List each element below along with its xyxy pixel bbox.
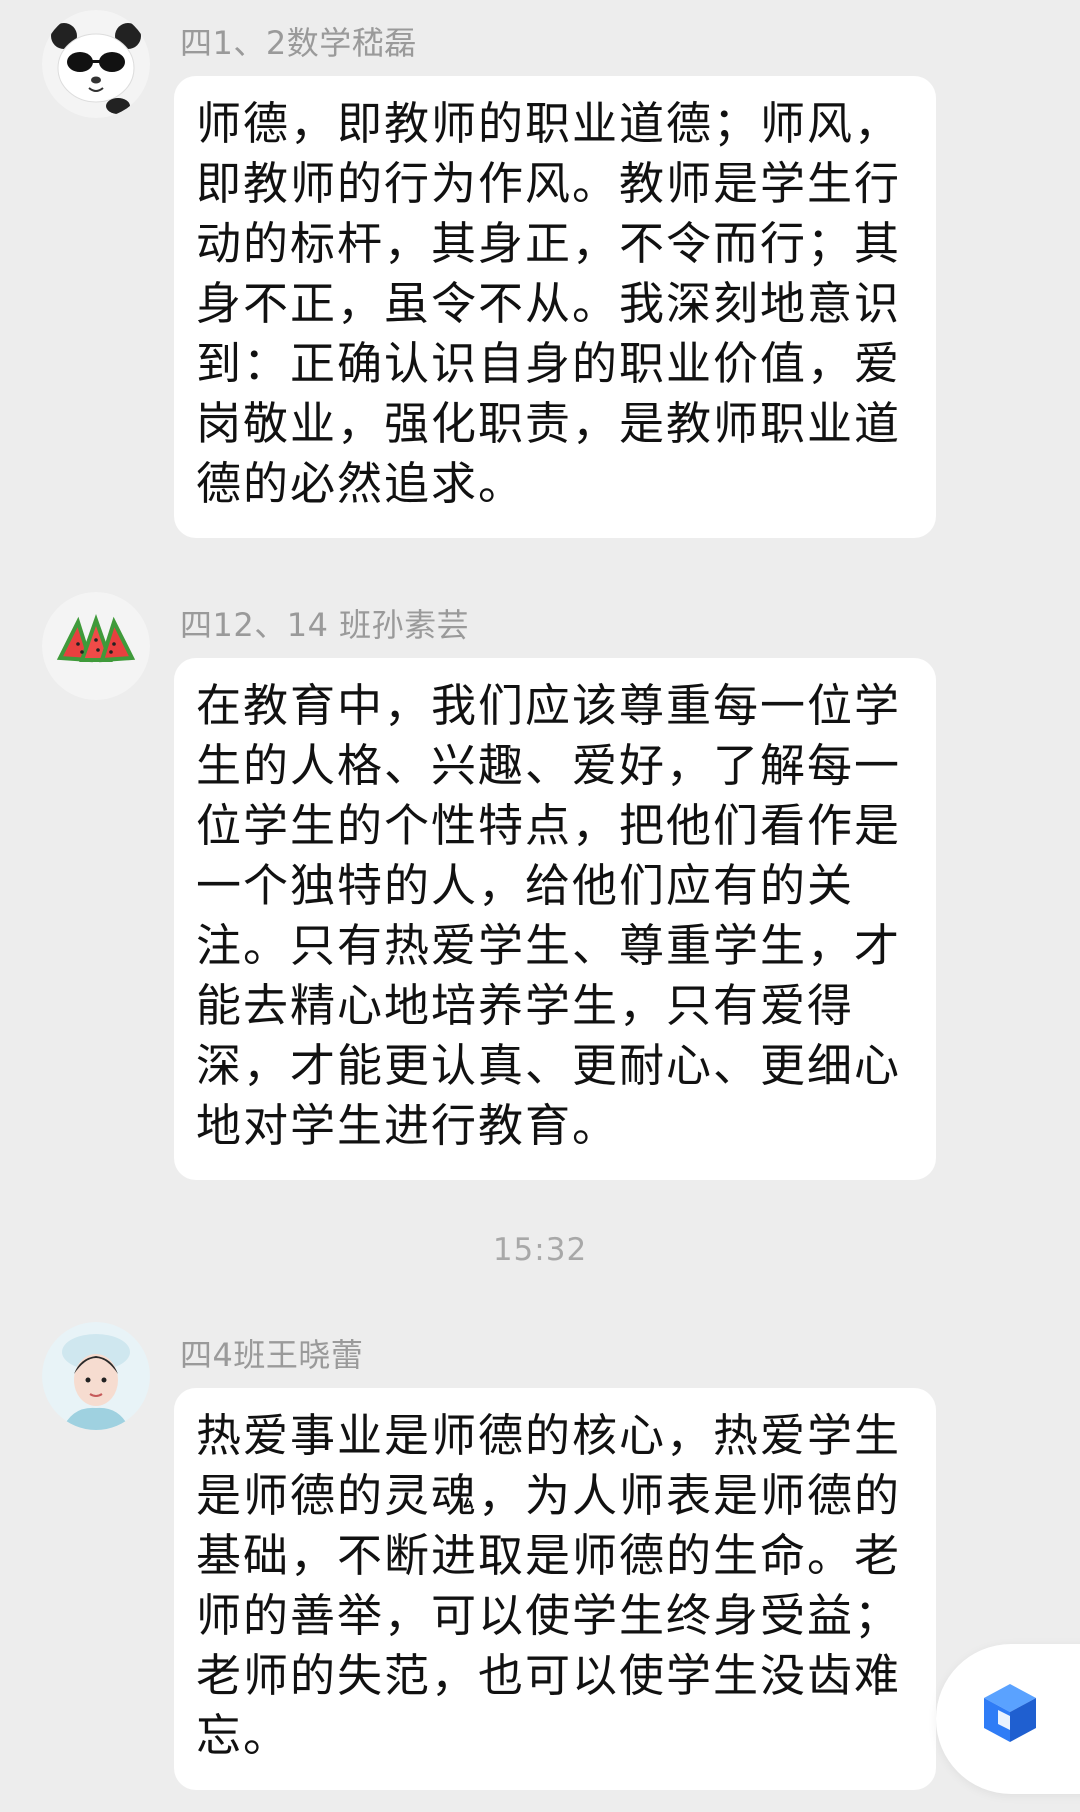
chat-window: 四1、2数学嵇磊 师德，即教师的职业道德；师风，即教师的行为作风。教师是学生行动… bbox=[0, 0, 1080, 1812]
message-bubble[interactable]: 师德，即教师的职业道德；师风，即教师的行为作风。教师是学生行动的标杆，其身正，不… bbox=[174, 76, 936, 538]
girl-photo-avatar-icon[interactable] bbox=[42, 1322, 150, 1430]
message-text: 热爱事业是师德的核心，热爱学生是师德的灵魂，为人师表是师德的基础，不断进取是师德… bbox=[196, 1409, 902, 1762]
sender-name: 四4班王晓蕾 bbox=[180, 1336, 364, 1374]
sender-name: 四1、2数学嵇磊 bbox=[180, 24, 417, 62]
timestamp: 15:32 bbox=[492, 1232, 588, 1268]
message-bubble[interactable]: 在教育中，我们应该尊重每一位学生的人格、兴趣、爱好，了解每一位学生的个性特点，把… bbox=[174, 658, 936, 1180]
message-text: 师德，即教师的职业道德；师风，即教师的行为作风。教师是学生行动的标杆，其身正，不… bbox=[196, 97, 902, 510]
sender-name: 四12、14 班孙素芸 bbox=[180, 606, 470, 644]
floating-action-button[interactable] bbox=[936, 1644, 1080, 1794]
panda-avatar-icon[interactable] bbox=[42, 10, 150, 118]
watermelon-avatar-icon[interactable] bbox=[42, 592, 150, 700]
message-bubble[interactable]: 热爱事业是师德的核心，热爱学生是师德的灵魂，为人师表是师德的基础，不断进取是师德… bbox=[174, 1388, 936, 1790]
message-text: 在教育中，我们应该尊重每一位学生的人格、兴趣、爱好，了解每一位学生的个性特点，把… bbox=[196, 679, 902, 1152]
